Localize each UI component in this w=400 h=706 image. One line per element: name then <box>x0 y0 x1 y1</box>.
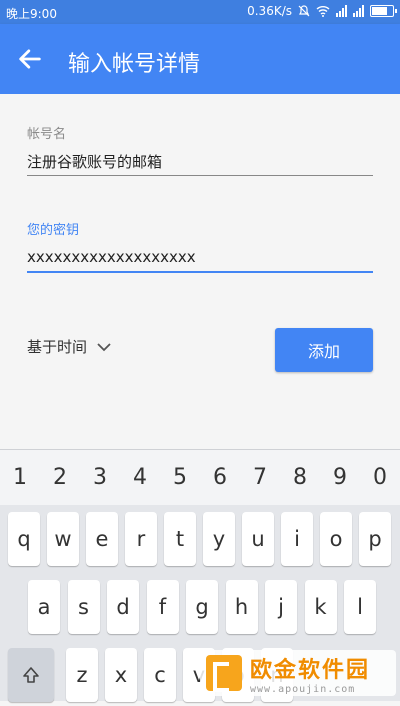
number-row: 1234567890 <box>0 450 400 505</box>
account-name-label: 帐号名 <box>27 127 67 142</box>
number-key-6[interactable]: 6 <box>200 450 240 505</box>
key-r[interactable]: r <box>125 512 157 566</box>
key-h[interactable]: h <box>225 580 258 634</box>
signal-icon <box>336 5 347 17</box>
number-key-2[interactable]: 2 <box>40 450 80 505</box>
key-w[interactable]: w <box>47 512 79 566</box>
watermark-title: 欧金软件园 <box>250 657 371 683</box>
key-o[interactable]: o <box>320 512 352 566</box>
status-bar: 晚上9:00 0.36K/s <box>0 0 400 24</box>
number-key-7[interactable]: 7 <box>240 450 280 505</box>
account-name-field[interactable] <box>27 146 373 176</box>
signal-icon <box>353 5 364 17</box>
key-e[interactable]: e <box>86 512 118 566</box>
number-key-8[interactable]: 8 <box>280 450 320 505</box>
watermark-url: www.apoujin.com <box>250 683 356 695</box>
secret-key-underline <box>27 271 373 273</box>
key-g[interactable]: g <box>186 580 218 634</box>
key-p[interactable]: p <box>359 512 391 566</box>
battery-icon <box>370 5 397 17</box>
key-k[interactable]: k <box>304 580 337 634</box>
add-button[interactable]: 添加 <box>275 328 373 372</box>
secret-key-field[interactable] <box>27 242 373 272</box>
number-key-9[interactable]: 9 <box>320 450 360 505</box>
network-speed: 0.36K/s <box>247 4 292 18</box>
key-x[interactable]: x <box>105 648 137 702</box>
number-key-5[interactable]: 5 <box>160 450 200 505</box>
number-key-1[interactable]: 1 <box>0 450 40 505</box>
key-f[interactable]: f <box>146 580 179 634</box>
shift-icon <box>23 667 39 683</box>
status-icons: 0.36K/s <box>247 4 397 18</box>
key-type-value: 基于时间 <box>27 338 88 356</box>
key-q[interactable]: q <box>8 512 40 566</box>
key-z[interactable]: z <box>66 648 98 702</box>
keyboard-row-2: asdfghjkl <box>0 580 400 638</box>
key-d[interactable]: d <box>107 580 139 634</box>
brand-logo-icon <box>206 655 242 692</box>
key-u[interactable]: u <box>242 512 274 566</box>
arrow-left-icon[interactable] <box>16 45 44 73</box>
number-key-3[interactable]: 3 <box>80 450 120 505</box>
account-name-underline <box>27 175 373 176</box>
alarm-off-icon <box>298 5 310 17</box>
key-y[interactable]: y <box>203 512 235 566</box>
key-i[interactable]: i <box>281 512 313 566</box>
number-key-4[interactable]: 4 <box>120 450 160 505</box>
key-s[interactable]: s <box>67 580 100 634</box>
key-c[interactable]: c <box>144 648 176 702</box>
watermark-logo: 欧金软件园 www.apoujin.com <box>200 650 396 696</box>
secret-key-label: 您的密钥 <box>27 223 80 238</box>
number-key-0[interactable]: 0 <box>360 450 400 505</box>
key-l[interactable]: l <box>344 580 376 634</box>
shift-key[interactable] <box>8 648 54 702</box>
key-a[interactable]: a <box>28 580 60 634</box>
key-t[interactable]: t <box>164 512 196 566</box>
key-j[interactable]: j <box>265 580 297 634</box>
app-bar: 输入帐号详情 <box>0 24 400 94</box>
account-form: 帐号名 您的密钥 基于时间 添加 <box>0 94 400 449</box>
chevron-down-icon <box>97 342 111 351</box>
keyboard-row-1: qwertyuiop <box>0 512 400 570</box>
page-title: 输入帐号详情 <box>68 52 201 77</box>
key-type-dropdown[interactable]: 基于时间 <box>27 336 111 357</box>
status-time: 晚上9:00 <box>6 7 57 21</box>
wifi-icon <box>316 6 330 17</box>
